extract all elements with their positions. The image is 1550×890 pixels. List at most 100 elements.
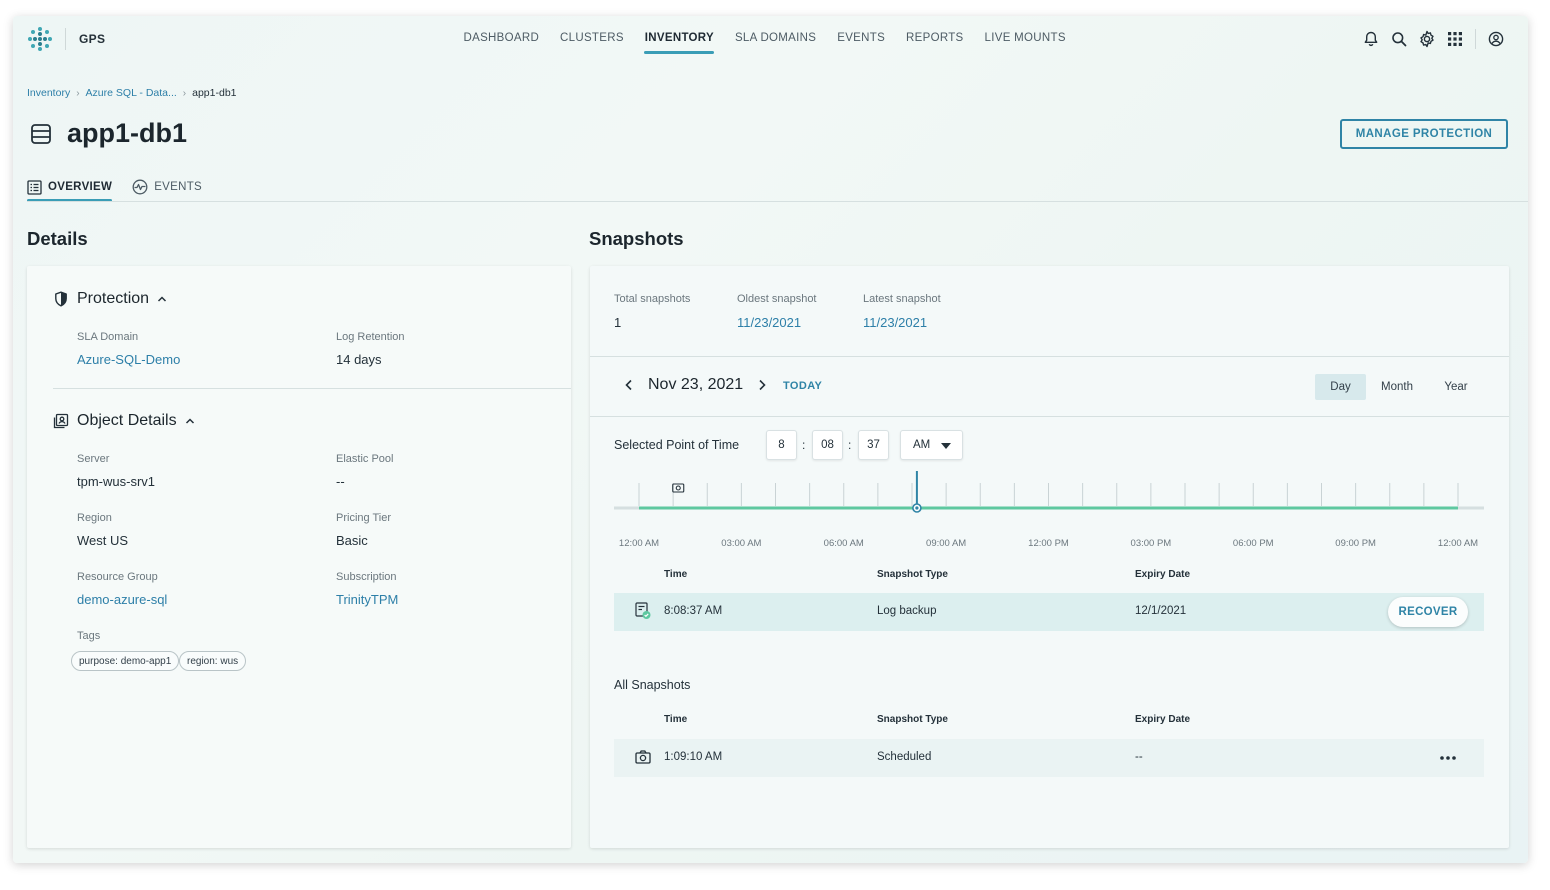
timeline-tick-label: 06:00 AM — [823, 538, 864, 549]
subscription-link[interactable]: TrinityTPM — [336, 592, 398, 607]
main-nav: DASHBOARD CLUSTERS INVENTORY SLA DOMAINS… — [453, 16, 1076, 62]
oldest-snapshot-label: Oldest snapshot — [737, 293, 817, 305]
tab-events[interactable]: EVENTS — [132, 173, 202, 201]
timeline-track[interactable] — [614, 471, 1484, 535]
range-year-button[interactable]: Year — [1431, 374, 1481, 400]
tab-overview-label: OVERVIEW — [48, 181, 113, 193]
app-window: GPS DASHBOARD CLUSTERS INVENTORY SLA DOM… — [13, 16, 1528, 863]
logo-icon[interactable] — [27, 26, 53, 52]
date-divider — [590, 416, 1509, 417]
camera-icon — [635, 750, 651, 764]
selected-snapshot-time: 8:08:37 AM — [664, 605, 723, 617]
nav-dashboard[interactable]: DASHBOARD — [453, 16, 550, 62]
page-tabs: OVERVIEW EVENTS — [27, 173, 222, 202]
oldest-snapshot-link[interactable]: 11/23/2021 — [737, 315, 801, 330]
server-value: tpm-wus-srv1 — [77, 474, 156, 489]
search-icon[interactable] — [1389, 29, 1409, 49]
timeline-tick-label: 09:00 AM — [926, 538, 967, 549]
timeline[interactable]: 12:00 AM 03:00 AM 06:00 AM 09:00 AM 12:00 PM… — [614, 471, 1484, 556]
pricing-tier-label: Pricing Tier — [336, 512, 392, 524]
nav-events[interactable]: EVENTS — [827, 16, 896, 62]
timeline-tick-label: 09:00 PM — [1335, 538, 1376, 549]
bell-icon[interactable] — [1361, 29, 1381, 49]
caret-down-icon — [941, 443, 951, 449]
breadcrumb-azure-sql[interactable]: Azure SQL - Data... — [86, 87, 177, 99]
tab-events-label: EVENTS — [154, 181, 202, 193]
range-month-button[interactable]: Month — [1371, 374, 1423, 400]
total-snapshots-label: Total snapshots — [614, 293, 691, 305]
today-button[interactable]: TODAY — [783, 380, 822, 392]
stats-divider — [590, 356, 1509, 357]
col-time-header: Time — [664, 569, 688, 580]
details-heading: Details — [27, 228, 88, 249]
brand-name: GPS — [79, 32, 106, 46]
sla-domain-label: SLA Domain — [77, 331, 139, 343]
protection-section-toggle[interactable]: Protection — [53, 290, 167, 308]
region-label: Region — [77, 512, 112, 524]
selected-snapshot-row[interactable]: 8:08:37 AM Log backup 12/1/2021 RECOVER — [614, 593, 1484, 631]
breadcrumb-current: app1-db1 — [192, 87, 237, 99]
timeline-cursor-dot[interactable] — [915, 506, 919, 510]
nav-clusters[interactable]: CLUSTERS — [550, 16, 635, 62]
snapshot-row[interactable]: 1:09:10 AM Scheduled -- — [614, 739, 1484, 777]
all-snapshots-heading: All Snapshots — [614, 678, 691, 692]
selected-snapshot-expiry: 12/1/2021 — [1135, 605, 1187, 617]
breadcrumb: Inventory › Azure SQL - Data... › app1-d… — [27, 87, 237, 99]
timeline-tick-label: 12:00 AM — [618, 538, 660, 549]
col-expiry-header: Expiry Date — [1135, 714, 1191, 725]
timeline-tick-label: 03:00 AM — [721, 538, 762, 549]
col-time-header: Time — [664, 714, 688, 725]
time-colon: : — [848, 438, 852, 452]
database-icon — [31, 124, 51, 144]
second-input[interactable]: 37 — [858, 430, 889, 460]
snapshot-time: 1:09:10 AM — [664, 751, 723, 763]
timeline-tick-label: 12:00 PM — [1028, 538, 1069, 549]
nav-inventory[interactable]: INVENTORY — [634, 16, 724, 62]
minute-input[interactable]: 08 — [812, 430, 843, 460]
recover-button[interactable]: RECOVER — [1388, 597, 1468, 627]
col-type-header: Snapshot Type — [877, 569, 948, 580]
gear-icon[interactable] — [1417, 29, 1437, 49]
server-label: Server — [77, 453, 110, 465]
more-options-icon[interactable] — [1436, 750, 1460, 766]
snapshots-panel: Total snapshots 1 Oldest snapshot 11/23/… — [590, 266, 1509, 848]
chevron-right-icon: › — [182, 87, 187, 99]
object-details-section-toggle[interactable]: Object Details — [53, 412, 195, 430]
resource-group-link[interactable]: demo-azure-sql — [77, 592, 167, 607]
apps-grid-icon[interactable] — [1445, 29, 1465, 49]
ampm-select[interactable]: AM — [900, 430, 963, 460]
snapshot-expiry: -- — [1135, 751, 1143, 763]
latest-snapshot-label: Latest snapshot — [863, 293, 941, 305]
timeline-tick-label: 12:00 AM — [1437, 538, 1479, 549]
range-day-button[interactable]: Day — [1315, 374, 1366, 400]
log-backup-icon — [635, 602, 651, 619]
camera-icon — [672, 483, 685, 493]
chevron-right-icon[interactable] — [755, 378, 769, 392]
object-details-title: Object Details — [77, 412, 177, 429]
nav-reports[interactable]: REPORTS — [896, 16, 974, 62]
nav-live-mounts[interactable]: LIVE MOUNTS — [974, 16, 1076, 62]
activity-icon — [132, 179, 148, 195]
snapshot-type: Scheduled — [877, 751, 932, 763]
manage-protection-button[interactable]: MANAGE PROTECTION — [1340, 119, 1508, 149]
user-icon[interactable] — [1486, 29, 1506, 49]
total-snapshots-value: 1 — [614, 315, 622, 330]
elastic-pool-label: Elastic Pool — [336, 453, 394, 465]
chevron-left-icon[interactable] — [622, 378, 636, 392]
selected-snapshot-type: Log backup — [877, 605, 937, 617]
breadcrumb-inventory[interactable]: Inventory — [27, 87, 70, 99]
snapshots-heading: Snapshots — [589, 228, 684, 249]
sla-domain-link[interactable]: Azure-SQL-Demo — [77, 352, 180, 367]
tab-overview[interactable]: OVERVIEW — [27, 173, 113, 202]
nav-sla-domains[interactable]: SLA DOMAINS — [724, 16, 826, 62]
logo-divider — [65, 28, 66, 50]
tabs-divider — [27, 201, 1528, 202]
nav-icons-divider — [1475, 29, 1476, 49]
chevron-right-icon: › — [76, 87, 80, 99]
timeline-tick-label: 03:00 PM — [1130, 538, 1172, 549]
latest-snapshot-link[interactable]: 11/23/2021 — [863, 315, 927, 330]
log-retention-value: 14 days — [336, 352, 382, 367]
hour-input[interactable]: 8 — [766, 430, 797, 460]
selected-point-label: Selected Point of Time — [614, 438, 740, 452]
tags-label: Tags — [77, 630, 101, 642]
